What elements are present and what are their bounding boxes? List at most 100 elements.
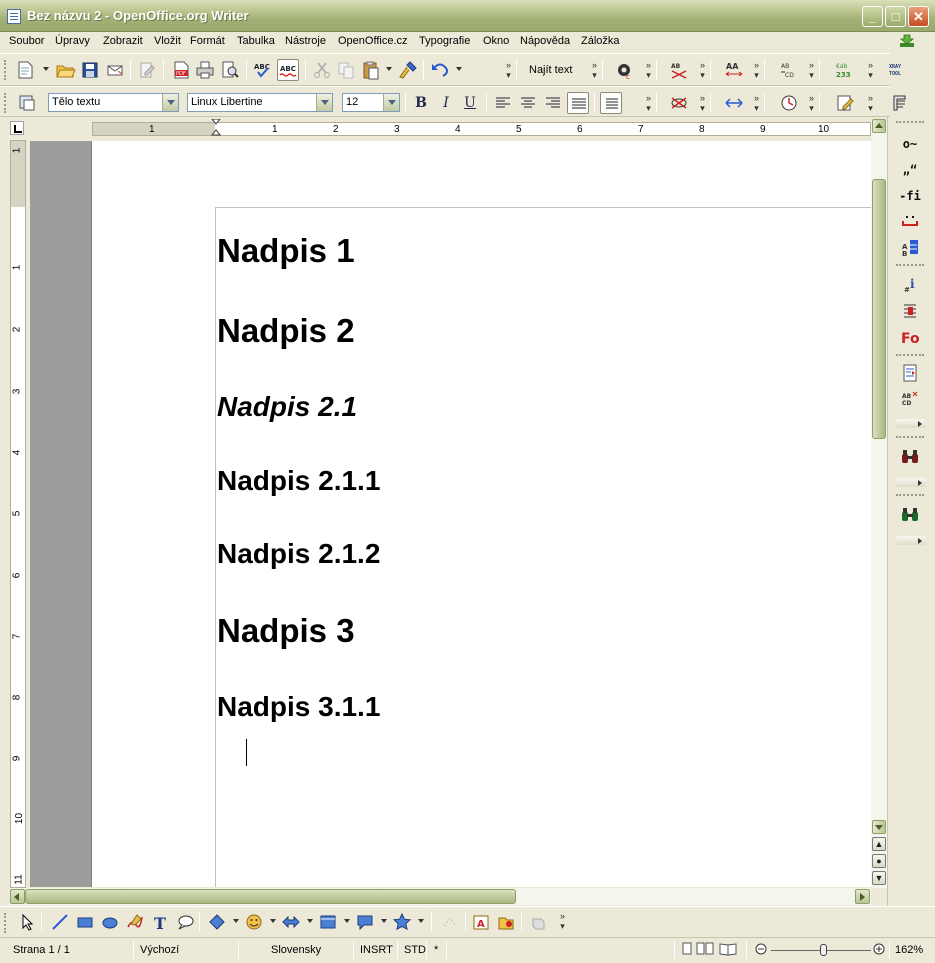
menu-nastroje[interactable]: Nástroje: [285, 35, 326, 47]
paragraph-style-select[interactable]: Tělo textu: [48, 93, 179, 112]
copy-icon[interactable]: [335, 59, 357, 81]
toolbar-grip[interactable]: [896, 494, 924, 496]
toolbar-overflow-icon[interactable]: » ▾: [644, 60, 653, 82]
scroll-thumb[interactable]: [25, 889, 516, 904]
single-page-view-icon[interactable]: [681, 942, 693, 959]
font-size-select[interactable]: 12: [342, 93, 400, 112]
menu-zobrazit[interactable]: Zobrazit: [103, 35, 143, 47]
remove-hidden-icon[interactable]: [668, 92, 690, 114]
callouts-icon[interactable]: [355, 912, 375, 932]
ellipse-tool-icon[interactable]: [100, 912, 120, 932]
menu-okno[interactable]: Okno: [483, 35, 509, 47]
heading-3-1-1[interactable]: Nadpis 3.1.1: [217, 691, 380, 723]
undo-icon[interactable]: [429, 59, 451, 81]
insert-text-icon[interactable]: [897, 362, 923, 384]
autospellcheck-icon[interactable]: ABC: [277, 59, 299, 81]
vertical-ruler[interactable]: 1 1 2 3 4 5 6 7 8 9 10 11: [10, 140, 26, 888]
menu-zalozka[interactable]: Záložka: [581, 35, 620, 47]
toolbar-grip[interactable]: [4, 913, 7, 933]
xray-tool-icon[interactable]: XRAY TOOL: [888, 59, 910, 81]
heading-2-1-2[interactable]: Nadpis 2.1.2: [217, 538, 380, 570]
menu-typografie[interactable]: Typografie: [419, 35, 470, 47]
save-icon[interactable]: [79, 59, 101, 81]
heading-3[interactable]: Nadpis 3: [217, 612, 355, 650]
toolbar-grip[interactable]: [896, 121, 924, 123]
toolbar-overflow-icon[interactable]: » ▾: [590, 60, 599, 82]
open-folder-icon[interactable]: [54, 59, 76, 81]
find-binoculars-icon[interactable]: [897, 504, 923, 526]
zoom-level[interactable]: 162%: [895, 944, 923, 956]
menu-vlozit[interactable]: Vložit: [154, 35, 181, 47]
info-number-icon[interactable]: # i: [897, 274, 923, 296]
toolbar-grip[interactable]: [896, 264, 924, 266]
clone-formatting-icon[interactable]: [397, 59, 419, 81]
heading-1[interactable]: Nadpis 1: [217, 232, 355, 270]
toolbar-overflow-icon[interactable]: » ▾: [504, 60, 513, 82]
sort-ab-icon[interactable]: AB: [897, 237, 923, 259]
remove-fields-icon[interactable]: AB: [668, 59, 690, 81]
previous-page-button[interactable]: ▲: [872, 837, 886, 851]
selection-mode-indicator[interactable]: STD: [404, 944, 426, 956]
toolbar-overflow-icon[interactable]: » ▾: [644, 93, 653, 115]
line-tool-icon[interactable]: [50, 912, 70, 932]
menu-napoveda[interactable]: Nápověda: [520, 35, 570, 47]
next-page-button[interactable]: ▼: [872, 871, 886, 885]
chevron-down-icon[interactable]: [307, 919, 313, 923]
footnote-fo-icon[interactable]: Fo: [897, 326, 923, 348]
bold-button[interactable]: B: [410, 92, 432, 114]
download-update-icon[interactable]: [899, 34, 915, 48]
edit-file-icon[interactable]: [136, 59, 158, 81]
ligature-fi-icon[interactable]: -fi: [897, 185, 923, 207]
flowchart-icon[interactable]: [318, 912, 338, 932]
new-document-icon[interactable]: [14, 59, 36, 81]
edit-note-icon[interactable]: [834, 92, 856, 114]
character-spacing-icon[interactable]: AA: [723, 59, 745, 81]
heading-2[interactable]: Nadpis 2: [217, 312, 355, 350]
toolbar-grip[interactable]: [896, 436, 924, 438]
find-text-field[interactable]: Najít text: [523, 61, 591, 80]
block-arrows-icon[interactable]: [281, 912, 301, 932]
page-indicator[interactable]: Strana 1 / 1: [13, 944, 70, 956]
horizontal-scrollbar[interactable]: [10, 888, 871, 905]
callout-tool-icon[interactable]: [175, 912, 195, 932]
minimize-button[interactable]: _: [862, 6, 883, 27]
clock-icon[interactable]: [778, 92, 800, 114]
toolbar-grip[interactable]: [4, 60, 7, 80]
spellcheck-icon[interactable]: ABC: [252, 59, 274, 81]
scroll-left-button[interactable]: [10, 889, 25, 904]
chevron-down-icon[interactable]: [418, 919, 424, 923]
zoom-out-icon[interactable]: [755, 942, 767, 959]
fontwork-gallery-icon[interactable]: A: [471, 912, 491, 932]
align-center-icon[interactable]: [517, 92, 539, 114]
toolbar-overflow-icon[interactable]: » ▾: [698, 93, 707, 115]
field-shading-icon[interactable]: [897, 300, 923, 322]
maximize-button[interactable]: □: [885, 6, 906, 27]
number-format-icon[interactable]: €ab 233: [834, 59, 856, 81]
toolbar-overflow-icon[interactable]: » ▾: [698, 60, 707, 82]
menu-soubor[interactable]: Soubor: [9, 35, 44, 47]
scroll-up-button[interactable]: [872, 119, 886, 133]
scroll-down-button[interactable]: [872, 820, 886, 834]
paste-icon[interactable]: [360, 59, 382, 81]
extrusion-icon[interactable]: [528, 912, 548, 932]
chevron-down-icon[interactable]: [383, 94, 399, 111]
nonbreaking-space-icon[interactable]: [897, 211, 923, 233]
chevron-down-icon[interactable]: [316, 94, 332, 111]
align-left-icon[interactable]: [492, 92, 514, 114]
cut-icon[interactable]: [311, 59, 333, 81]
menu-upravy[interactable]: Úpravy: [55, 35, 90, 47]
print-preview-icon[interactable]: [219, 59, 241, 81]
styles-formatting-icon[interactable]: [16, 92, 38, 114]
paragraph-justify-icon[interactable]: [600, 92, 622, 114]
toolbar-overflow-icon[interactable]: [896, 478, 926, 487]
chevron-down-icon[interactable]: [233, 919, 239, 923]
book-view-icon[interactable]: [719, 942, 737, 959]
points-icon[interactable]: [440, 912, 460, 932]
chevron-down-icon[interactable]: [270, 919, 276, 923]
menu-openoffice-cz[interactable]: OpenOffice.cz: [338, 35, 408, 47]
toolbar-grip[interactable]: [4, 93, 7, 113]
document-view[interactable]: Nadpis 1 Nadpis 2 Nadpis 2.1 Nadpis 2.1.…: [30, 141, 871, 887]
indent-marker-icon[interactable]: [211, 119, 223, 137]
language-indicator[interactable]: Slovensky: [271, 944, 321, 956]
binoculars-icon[interactable]: [897, 446, 923, 468]
